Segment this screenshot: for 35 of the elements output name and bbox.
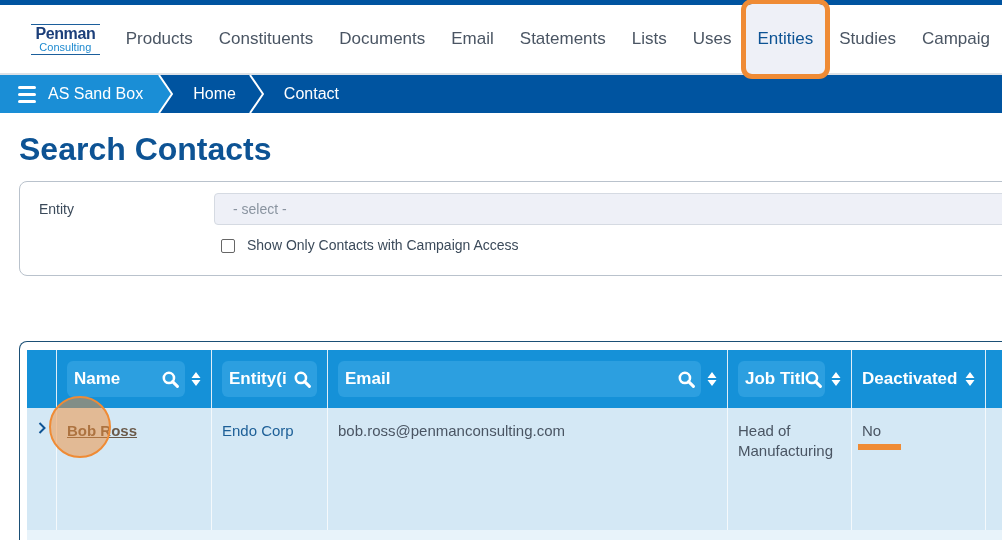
column-title: Email	[345, 368, 391, 391]
logo[interactable]: Penman Consulting	[31, 23, 100, 55]
page-title: Search Contacts	[19, 133, 272, 165]
column-title: Entity(i	[229, 368, 287, 391]
nav-item[interactable]: Constituents	[206, 4, 326, 74]
table-cell-text: Head of Manufacturing	[738, 421, 835, 461]
sort-icon[interactable]	[191, 371, 201, 387]
nav-item[interactable]: Products	[113, 4, 205, 74]
nav-item[interactable]: Email	[439, 4, 506, 74]
table-cell: No	[862, 421, 882, 441]
menu-icon[interactable]	[18, 85, 36, 103]
field-label: Entity	[39, 199, 75, 219]
nav-item[interactable]: Statements	[507, 4, 618, 74]
nav-item[interactable]: Uses	[680, 4, 744, 74]
entity-link[interactable]: Endo Corp	[222, 422, 294, 439]
table-cell: bob.ross@penmanconsulting.com	[338, 422, 565, 439]
sort-icon[interactable]	[831, 371, 841, 387]
column-title: Deactivated	[862, 368, 958, 391]
column-title: Name	[74, 368, 121, 391]
checkbox[interactable]	[221, 238, 235, 253]
nav-item[interactable]: Campaig	[909, 4, 1002, 74]
nav-item[interactable]: Lists	[619, 4, 679, 74]
checkbox-label: Show Only Contacts with Campaign Access	[247, 236, 519, 255]
search-icon[interactable]	[162, 370, 179, 388]
sort-icon[interactable]	[707, 371, 717, 387]
breadcrumb-link[interactable]: Contact	[283, 82, 339, 106]
nav-item[interactable]: Studies	[827, 4, 908, 74]
nav-item[interactable]: Documents	[327, 4, 438, 74]
sort-icon[interactable]	[965, 371, 975, 387]
search-icon[interactable]	[805, 370, 823, 388]
breadcrumb-link[interactable]: Home	[193, 82, 236, 106]
breadcrumb-separator	[247, 75, 264, 113]
search-icon[interactable]	[294, 370, 311, 388]
search-icon[interactable]	[678, 370, 695, 388]
column-title: Job Titl	[745, 368, 806, 391]
